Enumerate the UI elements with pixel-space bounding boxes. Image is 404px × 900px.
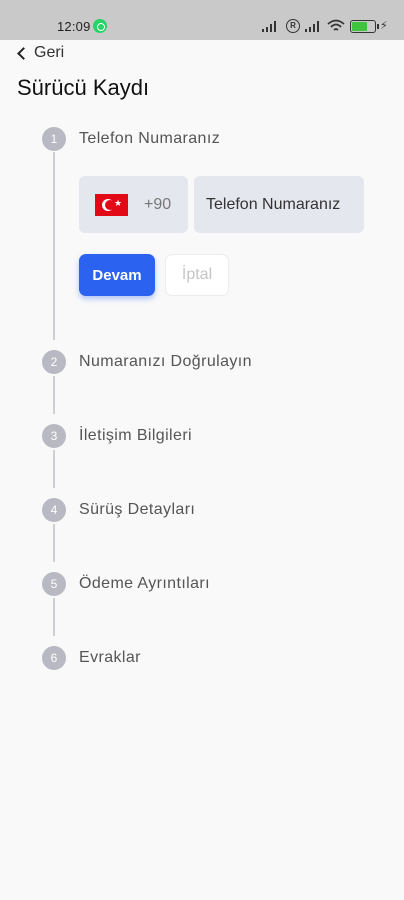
step-phone-number[interactable]: 1 Telefon Numaranız — [42, 127, 220, 151]
step-label: Telefon Numaranız — [79, 130, 221, 147]
step-number: 3 — [42, 424, 66, 448]
status-time: 12:09 — [57, 19, 91, 34]
phone-number-input[interactable] — [194, 176, 364, 233]
country-code-selector[interactable]: ★ +90 — [79, 176, 188, 233]
status-bar: 12:09 R ⚡ — [0, 0, 404, 40]
country-code: +90 — [144, 195, 172, 213]
step-label: Numaranızı Doğrulayın — [79, 353, 252, 370]
step-contact-info[interactable]: 3 İletişim Bilgileri — [42, 424, 192, 448]
back-button[interactable]: Geri — [15, 44, 64, 62]
step-connector — [53, 450, 55, 488]
step-number: 4 — [42, 498, 66, 522]
step-label: Ödeme Ayrıntıları — [79, 575, 211, 592]
step-connector — [53, 376, 55, 414]
step-label: Evraklar — [79, 649, 141, 666]
step-driving-details[interactable]: 4 Sürüş Detayları — [42, 498, 195, 522]
step-number: 2 — [42, 350, 66, 374]
chevron-left-icon — [17, 46, 30, 60]
phone-form: ★ +90 — [79, 176, 364, 233]
step-label: İletişim Bilgileri — [79, 427, 192, 444]
step-verify-number[interactable]: 2 Numaranızı Doğrulayın — [42, 350, 252, 374]
page-title: Sürücü Kaydı — [17, 75, 150, 100]
signal-icon — [262, 21, 278, 32]
wifi-icon — [327, 19, 345, 31]
step-number: 6 — [42, 646, 66, 670]
cancel-button[interactable]: İptal — [165, 254, 229, 296]
step-number: 1 — [42, 127, 66, 151]
turkey-flag-icon: ★ — [95, 193, 128, 216]
form-actions: Devam İptal — [79, 254, 229, 296]
charging-icon: ⚡ — [380, 20, 388, 32]
continue-button[interactable]: Devam — [79, 254, 155, 296]
step-connector — [53, 598, 55, 636]
step-payment-details[interactable]: 5 Ödeme Ayrıntıları — [42, 572, 210, 596]
step-number: 5 — [42, 572, 66, 596]
step-connector — [53, 524, 55, 562]
step-documents[interactable]: 6 Evraklar — [42, 646, 141, 670]
back-label: Geri — [34, 44, 65, 61]
whatsapp-icon — [93, 19, 107, 33]
battery-icon — [350, 20, 379, 33]
signal-icon — [305, 21, 321, 32]
step-connector — [53, 152, 55, 340]
step-label: Sürüş Detayları — [79, 501, 196, 518]
r-icon: R — [286, 19, 300, 33]
